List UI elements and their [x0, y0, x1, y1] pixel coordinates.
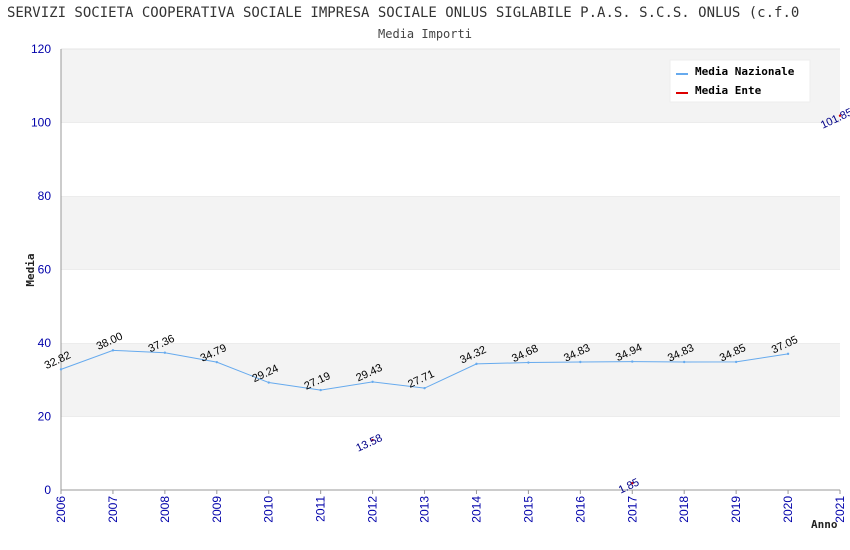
x-axis-label: Anno — [811, 518, 838, 531]
x-tick-label: 2006 — [54, 496, 68, 523]
x-tick-label: 2012 — [366, 496, 380, 523]
data-point-media-nazionale — [111, 349, 115, 352]
x-tick-label: 2007 — [106, 496, 120, 523]
y-tick-label: 100 — [31, 116, 51, 130]
y-tick-label: 60 — [38, 263, 52, 277]
x-tick-label: 2013 — [418, 496, 432, 523]
y-tick-label: 0 — [44, 483, 51, 497]
y-tick-label: 80 — [38, 189, 52, 203]
line-chart: 0 20 40 60 80 100 120 2006 2007 2008 2009 2010 2011… — [24, 42, 850, 531]
x-tick-label: 2014 — [469, 496, 483, 523]
data-point-media-nazionale — [527, 361, 530, 364]
data-point-media-nazionale — [215, 360, 218, 364]
grid-band — [61, 196, 840, 270]
y-tick-label: 120 — [31, 42, 51, 56]
data-point-media-nazionale — [786, 352, 790, 356]
x-tick-label: 2016 — [573, 496, 587, 523]
x-tick-label: 2010 — [262, 496, 276, 523]
data-point-media-nazionale — [267, 381, 270, 384]
grid-band — [61, 122, 840, 196]
y-tick-label: 40 — [38, 336, 52, 350]
data-point-media-nazionale — [163, 351, 167, 354]
x-tick-label: 2017 — [625, 496, 639, 523]
x-axis-ticks: 2006 2007 2008 2009 2010 2011 2012 2013 2014 2015… — [54, 490, 847, 523]
legend-label-media-nazionale: Media Nazionale — [695, 65, 795, 78]
data-point-media-nazionale — [59, 368, 63, 371]
data-point-media-nazionale — [683, 360, 686, 364]
data-point-media-nazionale — [734, 360, 738, 364]
x-tick-label: 2020 — [781, 496, 795, 523]
grid-band — [61, 269, 840, 343]
x-tick-label: 2009 — [210, 496, 224, 523]
data-point-media-nazionale — [475, 362, 478, 366]
data-point-media-nazionale — [579, 360, 582, 364]
data-point-media-nazionale — [423, 386, 426, 390]
y-tick-label: 20 — [38, 410, 52, 424]
grid-bands — [61, 48, 840, 490]
grid-band — [61, 416, 840, 490]
x-tick-label: 2011 — [314, 496, 328, 522]
legend: Media Nazionale Media Ente — [669, 59, 811, 103]
data-point-media-nazionale — [631, 360, 634, 363]
data-point-media-nazionale — [319, 388, 322, 392]
x-tick-label: 2008 — [158, 496, 172, 523]
y-axis-label: Media — [24, 253, 37, 286]
data-point-media-nazionale — [371, 380, 374, 384]
x-tick-label: 2018 — [677, 496, 691, 523]
legend-label-media-ente: Media Ente — [695, 84, 762, 97]
x-tick-label: 2019 — [729, 496, 743, 523]
x-tick-label: 2015 — [521, 496, 535, 523]
